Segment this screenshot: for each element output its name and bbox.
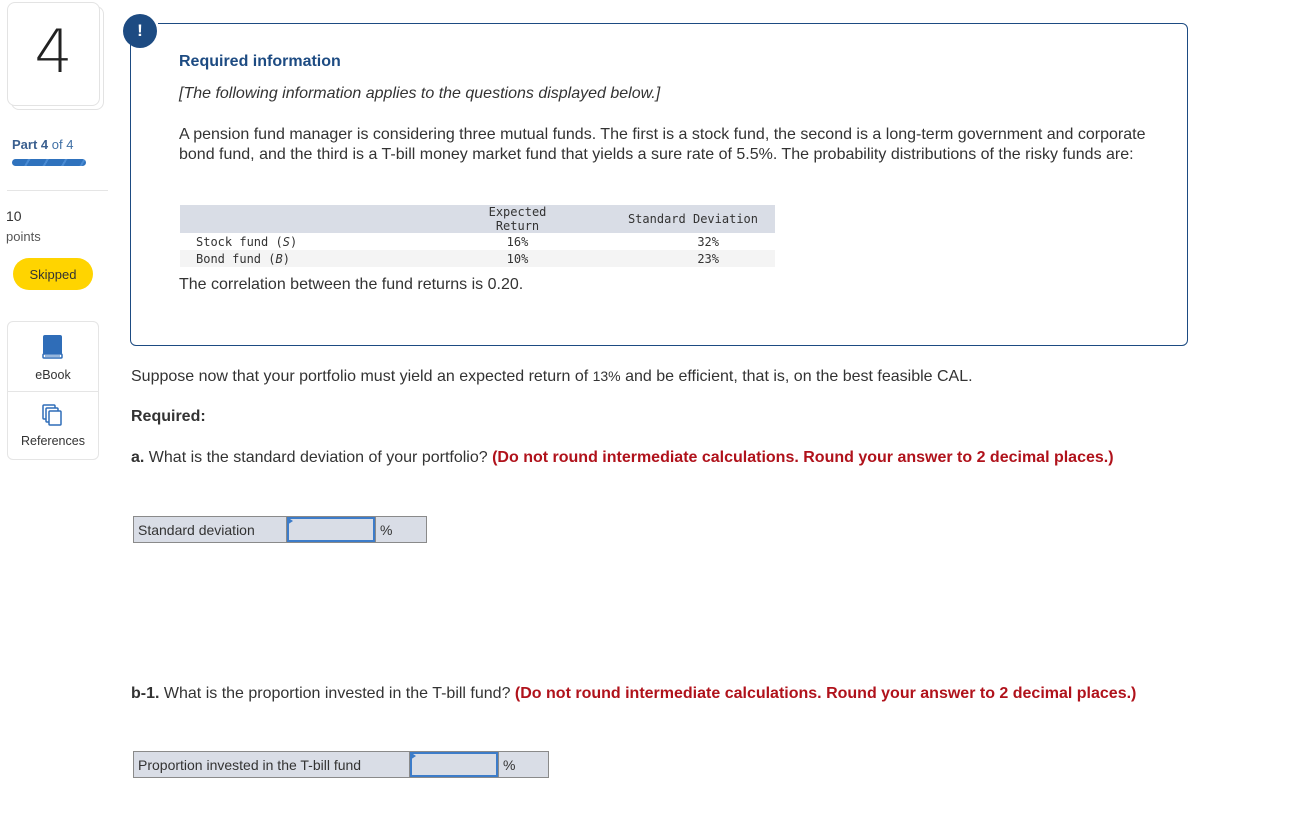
question-number-card: 4 [7, 2, 105, 110]
question-text: What is the proportion invested in the T… [159, 685, 515, 702]
part-total: of 4 [51, 137, 74, 152]
question-number: a. [131, 449, 145, 466]
table-row: Bond fund (B) 10% 23% [180, 250, 775, 267]
answer-label: Standard deviation [134, 517, 287, 542]
answer-unit: % [498, 752, 548, 777]
answer-label: Proportion invested in the T-bill fund [134, 752, 410, 777]
table-header-cell: Expected Return [410, 205, 570, 233]
part-prefix: Part [12, 137, 38, 152]
expected-return-cell: 10% [410, 250, 570, 267]
points-value: 10 [6, 208, 22, 224]
question-number: b-1. [131, 685, 160, 702]
std-dev-cell: 23% [570, 250, 775, 267]
suppose-text: Suppose now that your portfolio must yie… [131, 368, 973, 385]
standard-deviation-input[interactable] [287, 517, 375, 542]
references-label: References [21, 434, 85, 448]
references-button[interactable]: References [8, 404, 98, 448]
fund-name-cell: Stock fund (S) [180, 233, 410, 250]
answer-row-b1: Proportion invested in the T-bill fund % [133, 751, 549, 778]
scenario-text: A pension fund manager is considering th… [179, 126, 1146, 163]
tools-divider [8, 391, 98, 392]
points-label: points [6, 229, 41, 244]
required-info-title: Required information [179, 53, 341, 70]
std-dev-cell: 32% [570, 233, 775, 250]
answer-row-a: Standard deviation % [133, 516, 427, 543]
tbill-proportion-input[interactable] [410, 752, 498, 777]
question-a: a. What is the standard deviation of you… [131, 448, 1141, 468]
expected-return-cell: 16% [410, 233, 570, 250]
question-instruction: (Do not round intermediate calculations.… [492, 449, 1114, 466]
table-header-row: Expected Return Standard Deviation [180, 205, 775, 233]
fund-name-cell: Bond fund (B) [180, 250, 410, 267]
part-current: 4 [40, 137, 49, 152]
part-indicator: Part 4 of 4 [12, 137, 73, 152]
fund-distribution-table: Expected Return Standard Deviation Stock… [180, 205, 775, 267]
references-icon [42, 404, 64, 431]
table-header-cell [180, 205, 410, 233]
book-icon [42, 334, 64, 365]
tools-panel: eBook References [7, 321, 99, 460]
question-text: What is the standard deviation of your p… [144, 449, 493, 466]
table-header-cell: Standard Deviation [570, 205, 775, 233]
sidebar-divider [7, 190, 108, 191]
question-instruction: (Do not round intermediate calculations.… [514, 685, 1137, 702]
correlation-text: The correlation between the fund returns… [179, 276, 524, 293]
table-row: Stock fund (S) 16% 32% [180, 233, 775, 250]
ebook-label: eBook [35, 368, 71, 382]
required-information-box [130, 23, 1188, 346]
alert-icon: ! [123, 14, 157, 48]
status-badge: Skipped [13, 258, 93, 290]
answer-input-wrapper [410, 752, 498, 777]
ebook-button[interactable]: eBook [8, 334, 98, 382]
answer-input-wrapper [287, 517, 375, 542]
part-progress-bar [12, 159, 86, 166]
required-heading: Required: [131, 408, 206, 425]
question-number: 4 [34, 17, 73, 87]
question-card: 4 [7, 2, 100, 106]
answer-unit: % [375, 517, 426, 542]
required-info-subtitle: [The following information applies to th… [179, 85, 661, 102]
question-b1: b-1. What is the proportion invested in … [131, 684, 1141, 704]
